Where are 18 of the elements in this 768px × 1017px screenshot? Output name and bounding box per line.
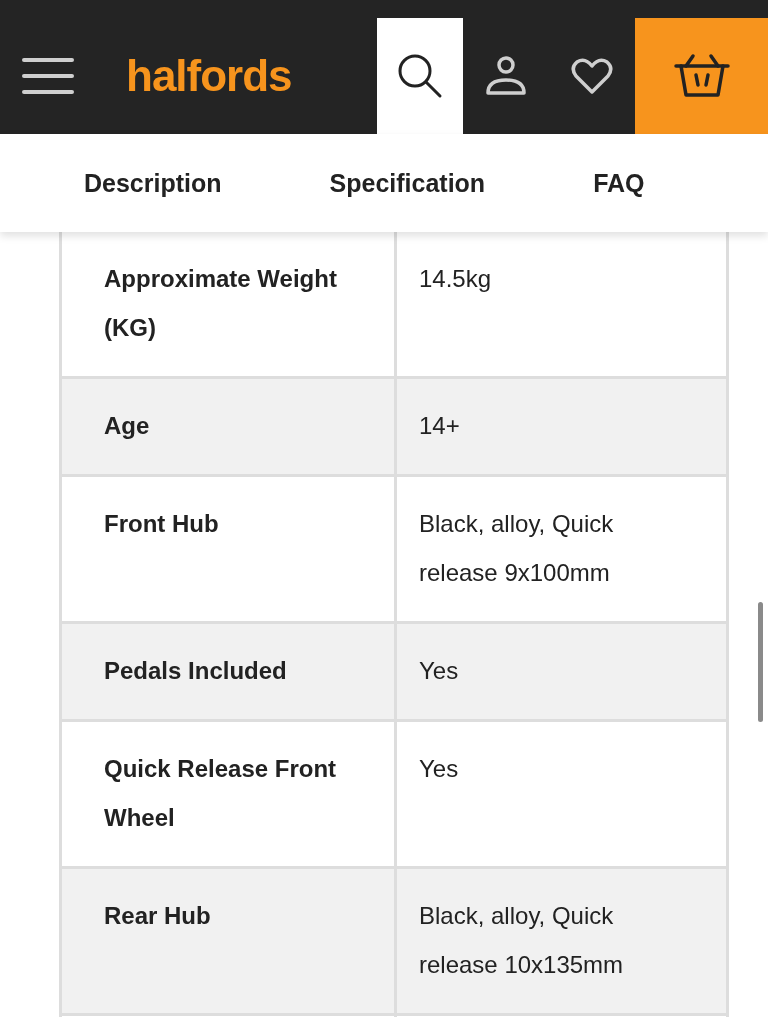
tab[interactable]: FAQ [593,168,645,198]
logo[interactable]: halfords [96,18,377,134]
search-button[interactable] [377,18,463,134]
search-icon [396,52,444,100]
scrollbar[interactable] [758,602,763,722]
person-icon [485,55,527,97]
heart-icon [571,57,613,95]
spec-name-cell: Pedals Included [60,622,396,721]
spec-value-cell: Black, alloy, Quick release 10x135mm [395,867,728,1015]
menu-icon [21,57,75,95]
spec-name-cell: Rear Hub [60,867,396,1015]
basket-icon [672,53,731,99]
basket-button[interactable] [635,18,768,134]
spec-name-cell: Age [60,377,396,476]
spec-value-cell: Yes [395,622,728,721]
tab[interactable]: Specification [329,168,486,198]
spec-value-cell: 14+ [395,377,728,476]
tab[interactable]: Description [84,168,222,198]
